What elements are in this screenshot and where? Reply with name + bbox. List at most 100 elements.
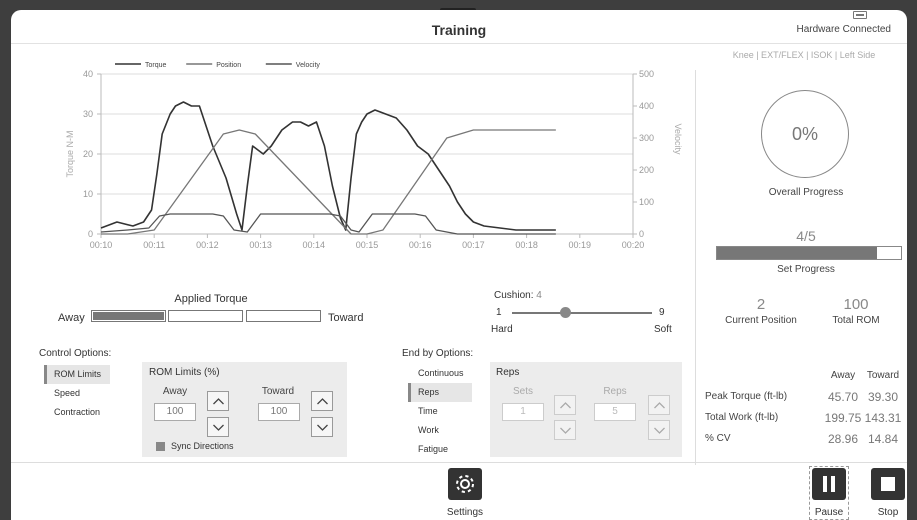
current-position-value: 2 xyxy=(756,296,766,313)
x-tick-label: 00:11 xyxy=(143,240,165,250)
training-chart: 0 10 20 30 40 0 100 200 300 400 500 00:10 00:11 00:12… xyxy=(45,48,685,258)
reps-input[interactable]: 5 xyxy=(594,403,636,421)
reps-panel-title: Reps xyxy=(496,367,520,378)
pause-icon xyxy=(823,476,835,492)
pause-label: Pause xyxy=(814,507,844,518)
settings-label: Settings xyxy=(446,507,484,518)
usb-icon xyxy=(853,11,867,19)
chevron-down-icon xyxy=(213,424,224,431)
end-by-continuous[interactable]: Continuous xyxy=(408,364,472,383)
table-row: % CV 28.96 14.84 xyxy=(705,429,903,450)
y-tick-label: 30 xyxy=(83,109,93,119)
table-row: Peak Torque (ft-lb) 45.70 39.30 xyxy=(705,387,903,408)
sets-input[interactable]: 1 xyxy=(502,403,544,421)
gear-icon xyxy=(456,475,474,493)
torque-toward-label: Toward xyxy=(328,312,364,324)
end-by-time[interactable]: Time xyxy=(408,402,472,421)
control-option-contraction[interactable]: Contraction xyxy=(44,403,110,422)
sets-up-button[interactable] xyxy=(554,395,576,415)
stop-button[interactable] xyxy=(871,468,905,500)
x-tick-label: 00:13 xyxy=(249,240,272,250)
reps-up-button[interactable] xyxy=(648,395,670,415)
cushion-slider-track[interactable] xyxy=(512,312,652,314)
legend-label: Position xyxy=(216,62,241,69)
app-window: Training Hardware Connected 0 10 20 30 40 0 10… xyxy=(11,10,907,520)
end-by-options-label: End by Options: xyxy=(402,348,474,359)
reps-down-button[interactable] xyxy=(648,420,670,440)
page-title: Training xyxy=(431,22,487,38)
right-divider xyxy=(695,70,696,465)
rom-away-up-button[interactable] xyxy=(207,391,229,411)
col-away: Away xyxy=(830,370,856,381)
rom-limits-title: ROM Limits (%) xyxy=(149,367,220,378)
chevron-up-icon xyxy=(654,402,665,409)
overall-progress-ring: 0% xyxy=(761,90,849,178)
y2-tick-label: 400 xyxy=(639,101,654,111)
x-tick-label: 00:12 xyxy=(196,240,219,250)
total-rom: 100 Total ROM xyxy=(811,296,901,326)
applied-torque-label: Applied Torque xyxy=(174,293,248,305)
sets-down-button[interactable] xyxy=(554,420,576,440)
x-tick-label: 00:19 xyxy=(569,240,592,250)
end-by-work[interactable]: Work xyxy=(408,421,472,440)
cushion-slider-thumb[interactable] xyxy=(560,307,571,318)
stop-icon xyxy=(881,477,895,491)
total-rom-label: Total ROM xyxy=(832,315,880,326)
toward-value: 14.84 xyxy=(867,432,899,446)
current-position: 2 Current Position xyxy=(716,296,806,326)
toward-value: 39.30 xyxy=(867,390,899,404)
torque-segment-1 xyxy=(91,310,166,322)
away-value: 45.70 xyxy=(827,390,859,404)
y-tick-label: 40 xyxy=(83,69,93,79)
set-progress-bar xyxy=(716,246,902,260)
control-option-speed[interactable]: Speed xyxy=(44,384,110,403)
sync-directions-label: Sync Directions xyxy=(171,441,234,451)
toward-value: 143.31 xyxy=(864,411,902,425)
cushion-max: 9 xyxy=(659,307,665,318)
row-label: Peak Torque (ft-lb) xyxy=(705,391,788,402)
y-tick-label: 10 xyxy=(83,189,93,199)
legend-label: Torque xyxy=(145,62,167,69)
rom-toward-down-button[interactable] xyxy=(311,417,333,437)
away-value: 28.96 xyxy=(827,432,859,446)
rom-limits-panel: ROM Limits (%) Away 100 Toward 100 Sync … xyxy=(142,362,347,457)
end-by-reps[interactable]: Reps xyxy=(408,383,472,402)
rom-toward-up-button[interactable] xyxy=(311,391,333,411)
row-label: Total Work (ft-lb) xyxy=(705,412,779,423)
cushion-soft-label: Soft xyxy=(654,324,672,335)
cushion-label: Cushion: 4 xyxy=(494,290,542,301)
y2-axis-title: Velocity xyxy=(673,123,683,155)
cushion-min: 1 xyxy=(496,307,502,318)
torque-away-label: Away xyxy=(58,312,85,324)
col-toward: Toward xyxy=(866,370,900,381)
end-by-fatigue[interactable]: Fatigue xyxy=(408,440,472,459)
chevron-up-icon xyxy=(560,402,571,409)
sync-directions-checkbox[interactable] xyxy=(156,442,165,451)
results-table: Away Toward Peak Torque (ft-lb) 45.70 39… xyxy=(705,366,903,450)
table-row: Total Work (ft-lb) 199.75 143.31 xyxy=(705,408,903,429)
rom-away-down-button[interactable] xyxy=(207,417,229,437)
y-tick-label: 20 xyxy=(83,149,93,159)
series-line-velocity xyxy=(100,213,556,235)
chevron-up-icon xyxy=(317,398,328,405)
cushion-hard-label: Hard xyxy=(491,324,513,335)
y2-tick-label: 200 xyxy=(639,165,654,175)
chart-svg: 010203040010020030040050000:10 00:11 00:12… xyxy=(65,62,683,250)
set-progress-fill xyxy=(717,247,878,259)
control-options-label: Control Options: xyxy=(39,348,112,359)
torque-segment-fill xyxy=(93,312,164,320)
settings-button[interactable] xyxy=(448,468,482,500)
session-meta: Knee | EXT/FLEX | ISOK | Left Side xyxy=(732,50,876,60)
pause-button[interactable] xyxy=(812,468,846,500)
cushion-value: 4 xyxy=(536,290,542,301)
control-option-rom-limits[interactable]: ROM Limits xyxy=(44,365,110,384)
x-tick-label: 00:17 xyxy=(462,240,485,250)
rom-toward-input[interactable]: 100 xyxy=(258,403,300,421)
x-tick-label: 00:10 xyxy=(90,240,113,250)
y2-tick-label: 0 xyxy=(639,229,644,239)
rom-away-input[interactable]: 100 xyxy=(154,403,196,421)
y2-tick-label: 100 xyxy=(639,197,654,207)
rom-toward-label: Toward xyxy=(261,386,295,397)
set-progress-label: Set Progress xyxy=(777,264,835,275)
sets-label: Sets xyxy=(512,386,533,397)
